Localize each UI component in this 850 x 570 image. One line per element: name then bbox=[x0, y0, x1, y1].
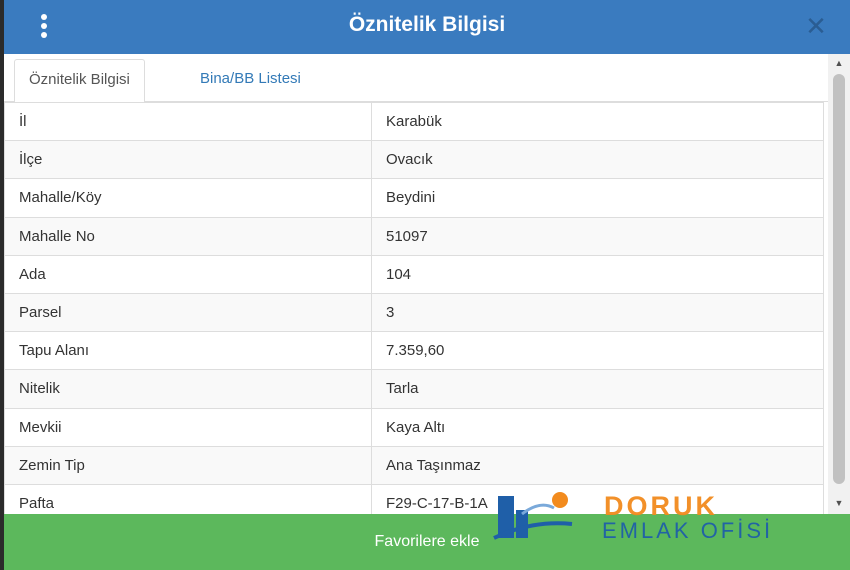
table-row: Parsel 3 bbox=[4, 292, 824, 333]
attribute-label: Parsel bbox=[4, 292, 372, 333]
dialog-header: Öznitelik Bilgisi ✕ bbox=[4, 0, 850, 54]
tab-bar: Öznitelik Bilgisi Bina/BB Listesi bbox=[4, 54, 828, 103]
attribute-label: Mahalle No bbox=[4, 216, 372, 256]
triangle-up-icon[interactable]: ▲ bbox=[828, 56, 850, 70]
table-row: Mevkii Kaya Altı bbox=[4, 407, 824, 447]
add-to-favorites-button[interactable]: Favorilere ekle bbox=[4, 514, 850, 570]
attribute-value: Ovacık bbox=[371, 140, 824, 180]
attribute-value: Tarla bbox=[371, 369, 824, 409]
attribute-value: Kaya Altı bbox=[371, 407, 824, 447]
dialog-body: Öznitelik Bilgisi Bina/BB Listesi İl Kara… bbox=[4, 54, 850, 524]
attribute-label: Mevkii bbox=[4, 407, 372, 447]
close-icon[interactable]: ✕ bbox=[804, 13, 828, 39]
table-row: Zemin Tip Ana Taşınmaz bbox=[4, 445, 824, 485]
triangle-down-icon[interactable]: ▼ bbox=[828, 496, 850, 510]
attribute-label: Ada bbox=[4, 254, 372, 294]
table-row: Mahalle/Köy Beydini bbox=[4, 178, 824, 218]
table-row: İl Karabük bbox=[4, 101, 824, 142]
attribute-value: 51097 bbox=[371, 216, 824, 256]
attribute-table: İl Karabük İlçe Ovacık Mahalle/Köy Beydini Mah… bbox=[4, 101, 824, 524]
attribute-value: Ana Taşınmaz bbox=[371, 445, 824, 485]
attribute-value: 104 bbox=[371, 254, 824, 294]
tab-building-list[interactable]: Bina/BB Listesi bbox=[186, 59, 315, 103]
table-row: Mahalle No 51097 bbox=[4, 216, 824, 256]
scrollbar-thumb[interactable] bbox=[833, 74, 845, 484]
attribute-value: 3 bbox=[371, 292, 824, 333]
attribute-label: Tapu Alanı bbox=[4, 331, 372, 371]
attribute-value: Karabük bbox=[371, 101, 824, 142]
table-row: İlçe Ovacık bbox=[4, 140, 824, 180]
attribute-value: Beydini bbox=[371, 178, 824, 218]
dialog-footer: Favorilere ekle bbox=[4, 514, 850, 570]
attribute-label: İlçe bbox=[4, 140, 372, 180]
attribute-value: 7.359,60 bbox=[371, 331, 824, 371]
table-row: Tapu Alanı 7.359,60 bbox=[4, 331, 824, 371]
table-row: Ada 104 bbox=[4, 254, 824, 294]
attribute-label: İl bbox=[4, 101, 372, 142]
attribute-label: Mahalle/Köy bbox=[4, 178, 372, 218]
attribute-label: Nitelik bbox=[4, 369, 372, 409]
table-row: Nitelik Tarla bbox=[4, 369, 824, 409]
attribute-label: Zemin Tip bbox=[4, 445, 372, 485]
tab-attribute-info[interactable]: Öznitelik Bilgisi bbox=[14, 59, 145, 103]
attribute-info-dialog: Öznitelik Bilgisi ✕ Öznitelik Bilgisi Bi… bbox=[4, 0, 850, 570]
dialog-title: Öznitelik Bilgisi bbox=[348, 13, 506, 36]
vertical-scrollbar[interactable]: ▲ ▼ bbox=[828, 54, 850, 514]
